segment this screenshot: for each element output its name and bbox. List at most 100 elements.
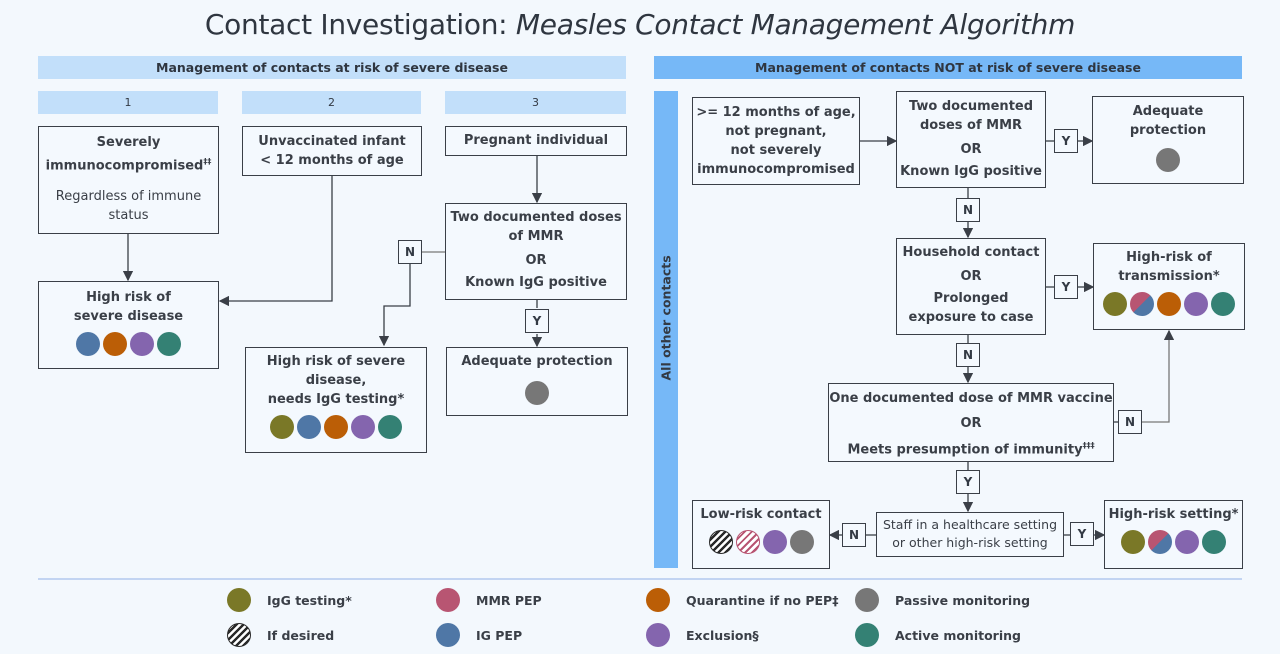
active-monitoring-icon	[1202, 530, 1226, 554]
legend-label: IG PEP	[476, 627, 523, 643]
quarantine-icon	[103, 332, 127, 356]
legend-item: Quarantine if no PEP‡	[646, 588, 838, 612]
infant-line1: Unvaccinated infant	[258, 134, 406, 149]
highsetting-dots	[1105, 530, 1242, 554]
high-risk-transmission-box: High-risk of transmission*	[1093, 243, 1245, 330]
all-other-contacts-bar: All other contacts	[654, 91, 678, 568]
exclusion-icon	[1175, 530, 1199, 554]
doses-line3: Known IgG positive	[465, 275, 607, 290]
legend-label: IgG testing*	[267, 592, 352, 608]
age-line3: not severely	[730, 143, 822, 158]
igg-dots	[246, 415, 426, 439]
passive-monitoring-icon	[789, 530, 814, 554]
infant-box: Unvaccinated infant < 12 months of age	[242, 126, 422, 176]
household-line2: Prolonged	[933, 291, 1009, 306]
transmission-line1: High-risk of	[1126, 250, 1212, 265]
highrisk-dots	[39, 332, 218, 356]
transmission-line2: transmission*	[1118, 269, 1220, 284]
exclusion-icon	[646, 623, 670, 647]
igg-line3: needs IgG testing*	[267, 392, 405, 407]
exclusion-icon	[1184, 292, 1208, 316]
legend-label: Quarantine if no PEP‡	[686, 592, 839, 608]
quarantine-icon	[646, 588, 670, 612]
legend-item: IgG testing*	[227, 588, 352, 612]
column-3-header: 3	[445, 91, 626, 114]
low-risk-contact-box: Low-risk contact	[692, 500, 830, 569]
lowrisk-title: Low-risk contact	[700, 507, 822, 522]
one-dose-box: One documented dose of MMR vaccine OR Me…	[828, 383, 1114, 462]
rdoses-line3: Known IgG positive	[900, 164, 1042, 179]
igg-testing-icon	[1103, 292, 1127, 316]
label-n-household: N	[956, 343, 980, 367]
rdoses-line1: Two documented	[908, 99, 1034, 114]
igg-line1: High risk of severe	[266, 354, 406, 369]
onedose-or: OR	[960, 416, 982, 431]
immuno-title-1: Severely	[96, 135, 161, 150]
high-risk-setting-box: High-risk setting*	[1104, 500, 1243, 569]
ig-pep-icon	[436, 623, 460, 647]
if-desired-hatch-icon	[227, 623, 251, 647]
label-n-staff: N	[842, 523, 866, 547]
legend-item: MMR PEP	[436, 588, 542, 612]
quarantine-icon	[324, 415, 348, 439]
label-y-household: Y	[1054, 275, 1078, 299]
age-line4: immunocompromised	[697, 162, 855, 177]
lowrisk-dots	[693, 530, 829, 554]
ig-pep-icon	[297, 415, 321, 439]
radequate-line2: protection	[1129, 123, 1207, 138]
onedose-sup: ‡‡‡	[1082, 441, 1095, 450]
two-doses-box-left: Two documented doses of MMR OR Known IgG…	[445, 203, 627, 300]
household-contact-box: Household contact OR Prolonged exposure …	[896, 238, 1046, 335]
all-other-contacts-label: All other contacts	[658, 255, 674, 381]
doses-line2: of MMR	[508, 229, 564, 244]
severely-immunocompromised-box: Severely immunocompromised‡‡ Regardless …	[38, 126, 219, 234]
transmission-dots	[1094, 292, 1244, 316]
mmr-pep-icon	[436, 588, 460, 612]
active-monitoring-icon	[855, 623, 879, 647]
passive-monitoring-icon	[855, 588, 879, 612]
legend-item: If desired	[227, 623, 334, 647]
ig-pep-icon	[76, 332, 100, 356]
exclusion-icon	[130, 332, 154, 356]
adequate-left-dots	[447, 381, 627, 405]
exclusion-icon	[762, 530, 787, 554]
doses-line1: Two documented doses	[450, 210, 622, 225]
pregnant-box: Pregnant individual	[445, 126, 627, 156]
staff-line1: Staff in a healthcare setting	[882, 517, 1058, 532]
adequate-protection-box-left: Adequate protection	[446, 347, 628, 416]
label-y-doses: Y	[1054, 129, 1078, 153]
radequate-line1: Adequate	[1132, 104, 1204, 119]
arrow-infant-to-highrisk	[218, 176, 333, 307]
mmr-or-ig-pep-icon	[1148, 530, 1172, 554]
active-monitoring-icon	[1211, 292, 1235, 316]
right-section-header: Management of contacts NOT at risk of se…	[654, 56, 1242, 79]
rdoses-line2: doses of MMR	[919, 118, 1023, 133]
immuno-subtitle: Regardless of immune status	[55, 189, 202, 224]
adequate-protection-box-right: Adequate protection	[1092, 96, 1244, 184]
legend-label: Passive monitoring	[895, 592, 1031, 608]
if-desired-hatch-icon	[708, 530, 733, 554]
onedose-line2: Meets presumption of immunity	[847, 442, 1083, 458]
radequate-dots	[1093, 148, 1243, 172]
highsetting-title: High-risk setting*	[1108, 507, 1239, 522]
household-or: OR	[960, 269, 982, 284]
legend: IgG testing* MMR PEP Quarantine if no PE…	[0, 585, 1280, 654]
doses-or: OR	[525, 253, 547, 268]
adequate-left-title: Adequate protection	[461, 354, 613, 369]
left-section-header: Management of contacts at risk of severe…	[38, 56, 626, 79]
label-y-staff: Y	[1070, 522, 1094, 546]
legend-item: Exclusion§	[646, 623, 759, 647]
column-2-header: 2	[242, 91, 421, 114]
active-monitoring-icon	[157, 332, 181, 356]
legend-item: IG PEP	[436, 623, 522, 647]
legend-label: Active monitoring	[895, 627, 1021, 643]
high-risk-igg-box: High risk of severe disease, needs IgG t…	[245, 347, 427, 453]
label-n-doses: N	[956, 198, 980, 222]
mmr-or-ig-pep-icon	[1130, 292, 1154, 316]
high-risk-severe-box: High risk of severe disease	[38, 281, 219, 369]
column-1-header: 1	[38, 91, 218, 114]
igg-testing-icon	[1121, 530, 1145, 554]
label-n-left: N	[398, 240, 422, 264]
immuno-title-2: immunocompromised‡‡	[45, 157, 212, 174]
label-y-left: Y	[525, 309, 549, 333]
